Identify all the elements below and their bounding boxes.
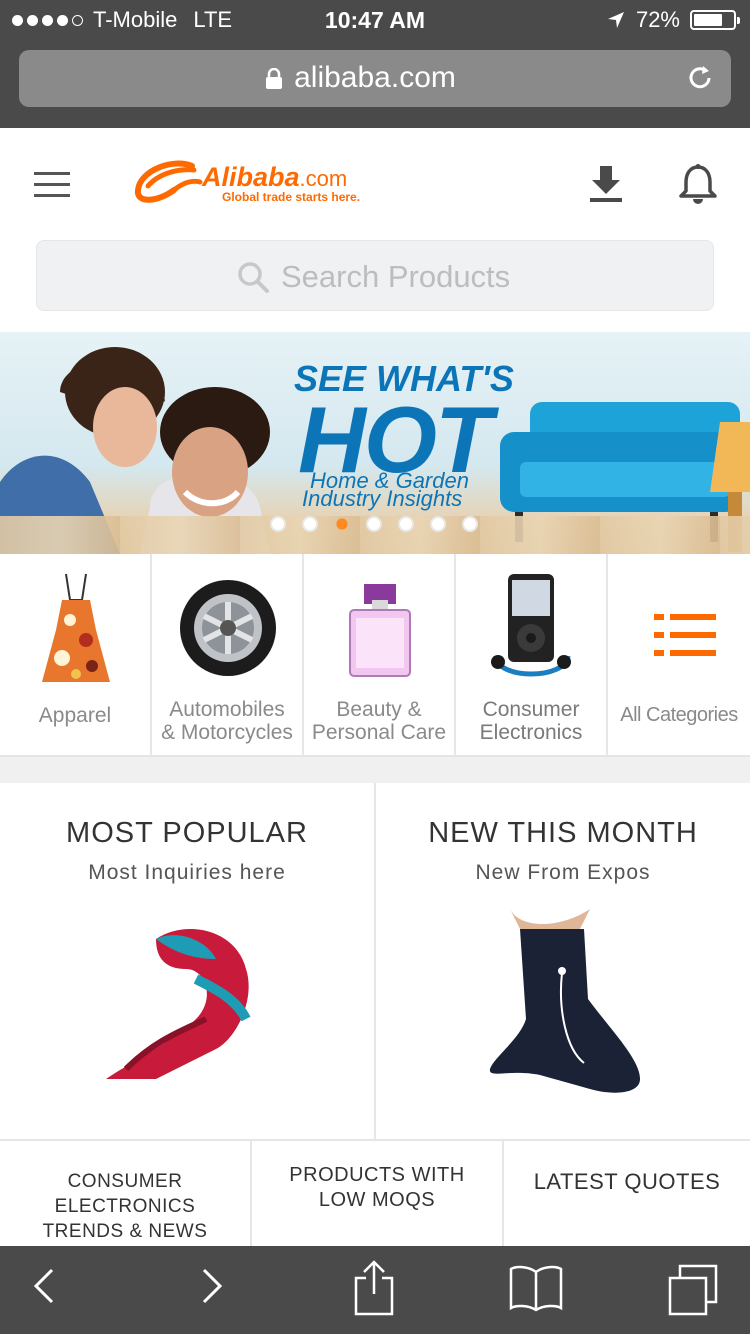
forward-icon[interactable] xyxy=(196,1262,226,1310)
address-bar[interactable]: alibaba.com xyxy=(19,50,731,107)
promo-banner[interactable]: SEE WHAT'S HOT Home & Garden Industry In… xyxy=(0,332,750,554)
carousel-dot[interactable] xyxy=(462,516,478,532)
sock-image xyxy=(489,909,640,1093)
category-label: All Categories xyxy=(620,704,738,726)
search-input[interactable]: Search Products xyxy=(36,240,714,311)
tile-most-popular[interactable]: MOST POPULAR Most Inquiries here xyxy=(0,783,376,1141)
carousel-dot[interactable] xyxy=(398,516,414,532)
alibaba-swoosh-icon xyxy=(135,160,203,203)
logo-wordmark: Alibaba.com xyxy=(202,162,348,192)
bookmarks-icon[interactable] xyxy=(508,1264,564,1312)
logo-tagline: Global trade starts here. xyxy=(222,190,361,204)
app-header: Alibaba.com Global trade starts here. Se… xyxy=(0,128,750,332)
row-label: LATEST QUOTES xyxy=(533,1169,721,1194)
reload-icon[interactable] xyxy=(685,63,715,93)
banner-line-4: Industry Insights xyxy=(302,486,463,511)
search-icon xyxy=(238,262,269,293)
row-label: CONSUMER ELECTRONICS TRENDS & NEWS xyxy=(42,1171,208,1242)
section-divider xyxy=(0,757,750,783)
location-arrow-icon xyxy=(607,12,624,28)
scarf-image xyxy=(106,929,251,1079)
browser-toolbar xyxy=(0,1246,750,1334)
battery-percent: 72% xyxy=(635,7,680,32)
category-automobiles[interactable]: Automobiles & Motorcycles xyxy=(152,554,304,755)
category-beauty[interactable]: Beauty & Personal Care xyxy=(304,554,456,755)
link-latest-quotes[interactable]: LATEST QUOTES xyxy=(504,1141,750,1247)
tile-new-this-month[interactable]: NEW THIS MONTH New From Expos xyxy=(376,783,750,1141)
tire-image xyxy=(180,580,276,676)
battery-icon xyxy=(690,10,740,30)
link-consumer-electronics-trends[interactable]: CONSUMER ELECTRONICS TRENDS & NEWS xyxy=(0,1141,252,1247)
hamburger-icon[interactable] xyxy=(34,172,70,198)
category-label: Apparel xyxy=(38,704,112,727)
category-label: Automobiles & Motorcycles xyxy=(161,698,293,744)
carousel-dot[interactable] xyxy=(302,516,318,532)
search-placeholder: Search Products xyxy=(281,259,511,294)
carousel-dot[interactable] xyxy=(366,516,382,532)
carousel-dot[interactable] xyxy=(270,516,286,532)
share-icon[interactable] xyxy=(352,1258,396,1316)
perfume-image xyxy=(349,584,411,677)
category-label: Beauty & Personal Care xyxy=(311,698,447,744)
category-strip: Apparel Automobiles & Motorcycles Beauty … xyxy=(0,554,750,757)
url-text[interactable]: alibaba.com xyxy=(19,61,731,95)
category-consumer-electronics[interactable]: Consumer Electronics xyxy=(456,554,608,755)
tile-subtitle: New From Expos xyxy=(475,861,651,884)
tabs-icon[interactable] xyxy=(666,1264,720,1316)
dress-image xyxy=(42,573,110,682)
browser-top-chrome: T-Mobile LTE 10:47 AM 72% alibaba.com xyxy=(0,0,750,128)
mp3-player-image xyxy=(491,574,571,677)
list-icon xyxy=(654,614,716,656)
tile-title: NEW THIS MONTH xyxy=(428,817,698,849)
category-apparel[interactable]: Apparel xyxy=(0,554,152,755)
bell-icon[interactable] xyxy=(678,164,718,206)
row-label: PRODUCTS WITH LOW MOQS xyxy=(289,1164,465,1211)
carousel-indicators[interactable] xyxy=(270,516,478,532)
status-bar: T-Mobile LTE 10:47 AM 72% xyxy=(0,0,750,40)
carousel-dot-active[interactable] xyxy=(336,518,348,530)
link-products-low-moqs[interactable]: PRODUCTS WITH LOW MOQS xyxy=(252,1141,504,1247)
category-label: Consumer Electronics xyxy=(479,698,583,744)
tile-subtitle: Most Inquiries here xyxy=(88,861,286,884)
back-icon[interactable] xyxy=(30,1262,60,1310)
download-icon[interactable] xyxy=(586,164,626,204)
tile-title: MOST POPULAR xyxy=(66,817,308,849)
category-all[interactable]: All Categories xyxy=(608,554,750,755)
alibaba-logo[interactable]: Alibaba.com Global trade starts here. xyxy=(134,158,384,208)
carousel-dot[interactable] xyxy=(430,516,446,532)
